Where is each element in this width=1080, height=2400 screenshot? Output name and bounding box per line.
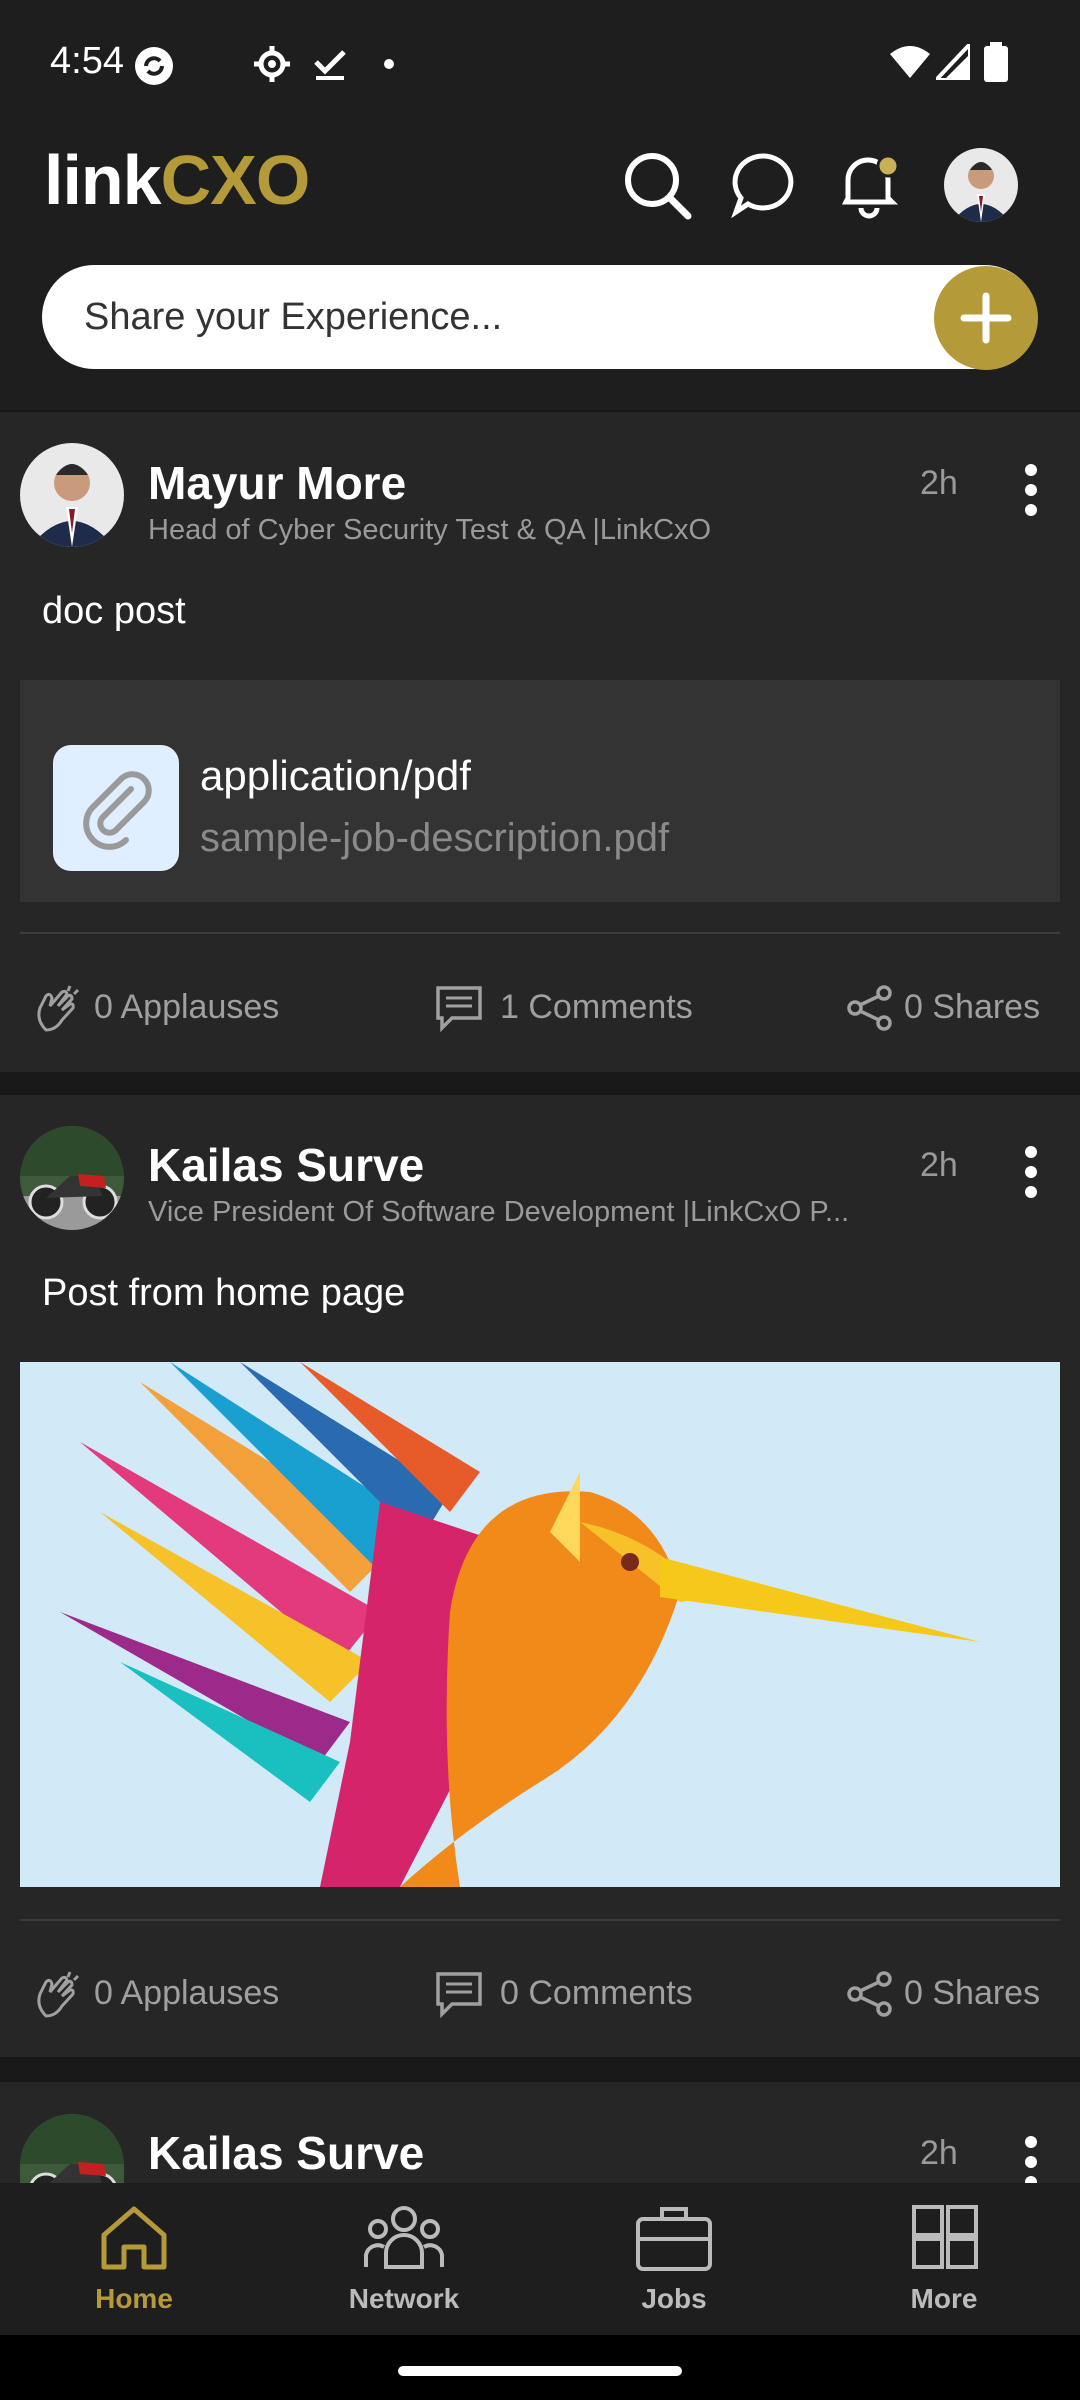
app-logo[interactable]: linkCXO [44, 140, 311, 220]
nav-more[interactable]: More [844, 2195, 1044, 2325]
author-name[interactable]: Mayur More [148, 456, 406, 510]
post-time: 2h [920, 1146, 958, 1184]
battery-icon [984, 42, 1008, 82]
applause-icon[interactable] [32, 982, 84, 1034]
post-time: 2h [920, 2134, 958, 2172]
attachment-icon-box [53, 745, 179, 871]
applauses-count[interactable]: 0 Applauses [94, 1974, 279, 2013]
nav-jobs-label: Jobs [641, 2283, 707, 2314]
bell-icon[interactable] [834, 148, 906, 222]
post-text: doc post [42, 590, 186, 632]
attachment-mime: application/pdf [200, 752, 471, 799]
shares-count[interactable]: 0 Shares [904, 1974, 1040, 2013]
nav-more-label: More [910, 2283, 978, 2314]
wifi-icon [890, 46, 930, 78]
chat-icon[interactable] [730, 150, 798, 218]
post-image[interactable] [20, 1362, 1060, 1887]
author-title: Head of Cyber Security Test & QA |LinkCx… [148, 514, 712, 546]
logo-cxo-text: CXO [160, 141, 311, 219]
author-avatar[interactable] [20, 1126, 124, 1230]
add-post-button[interactable] [934, 266, 1038, 370]
briefcase-icon [636, 2207, 712, 2271]
nav-network-label: Network [348, 2283, 460, 2314]
home-indicator[interactable] [398, 2366, 682, 2376]
divider [20, 1919, 1060, 1921]
grid-icon [912, 2205, 978, 2269]
shares-count[interactable]: 0 Shares [904, 988, 1040, 1027]
logo-link-text: link [44, 141, 162, 219]
comment-icon[interactable] [434, 1970, 484, 2018]
signal-icon [936, 44, 970, 80]
share-icon[interactable] [846, 1970, 894, 2018]
applauses-count[interactable]: 0 Applauses [94, 988, 279, 1027]
nav-network[interactable]: Network [304, 2195, 504, 2325]
share-icon[interactable] [846, 984, 894, 1032]
plus-icon [960, 292, 1012, 344]
comments-count[interactable]: 0 Comments [500, 1974, 693, 2013]
author-name[interactable]: Kailas Surve [148, 1138, 424, 1192]
post-text: Post from home page [42, 1272, 406, 1314]
author-avatar[interactable] [20, 443, 124, 547]
profile-avatar[interactable] [944, 148, 1018, 222]
nav-jobs[interactable]: Jobs [574, 2195, 774, 2325]
comment-icon[interactable] [434, 984, 484, 1032]
more-options-icon[interactable] [1016, 2134, 1046, 2183]
notification-dot [384, 59, 394, 69]
divider [20, 932, 1060, 934]
network-icon [364, 2206, 444, 2269]
more-options-icon[interactable] [1016, 1144, 1046, 1200]
more-options-icon[interactable] [1016, 462, 1046, 518]
status-time: 4:54 [50, 40, 124, 82]
home-icon [101, 2206, 167, 2270]
search-icon[interactable] [622, 150, 692, 220]
settings-status-icon [254, 46, 290, 82]
comments-count[interactable]: 1 Comments [500, 988, 693, 1027]
sync-icon [135, 47, 173, 85]
author-name[interactable]: Kailas Surve [148, 2126, 424, 2180]
nav-home-label: Home [95, 2283, 173, 2314]
author-title: Vice President Of Software Development |… [148, 1196, 850, 1228]
post-time: 2h [920, 464, 958, 502]
share-placeholder: Share your Experience... [84, 296, 503, 338]
paperclip-icon [83, 771, 152, 850]
applause-icon[interactable] [32, 1968, 84, 2020]
nav-home[interactable]: Home [34, 2195, 234, 2325]
download-done-icon [314, 50, 346, 80]
attachment-filename: sample-job-description.pdf [200, 816, 670, 860]
